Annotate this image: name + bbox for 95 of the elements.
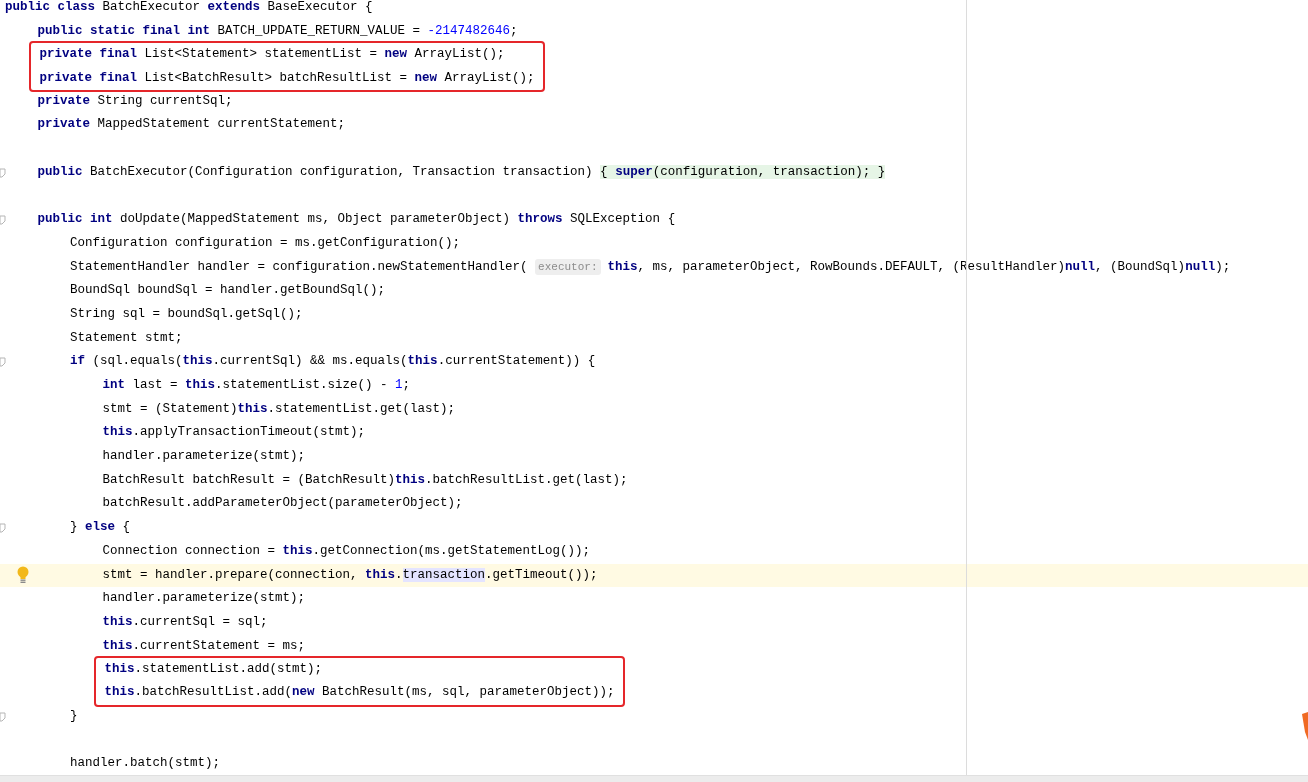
code-text: (sql.equals( [91, 354, 183, 369]
code-text: last = [131, 378, 179, 392]
code-text: } [70, 520, 79, 535]
code-text: BatchExecutor(Configuration configuration, Transaction transaction) [89, 164, 594, 179]
code-text: .batchResultList.get(last); [425, 472, 628, 487]
keyword: private final [39, 46, 138, 61]
keyword: this [407, 354, 438, 369]
code-text: Configuration configuration = ms.getConfiguration(); [70, 235, 461, 250]
code-text: .currentSql = sql; [132, 614, 268, 629]
fold-marker-icon[interactable] [0, 711, 7, 722]
code-text: .statementList.size() - [215, 378, 389, 392]
corner-badge-icon[interactable] [1300, 712, 1308, 740]
code-text: BatchExecutor [101, 0, 202, 14]
number-literal: -2147482646 [427, 23, 511, 38]
keyword: this [182, 354, 213, 369]
code-text: ); [1215, 259, 1231, 274]
code-text: } [70, 708, 78, 723]
code-text: BatchResult batchResult = (BatchResult) [102, 472, 396, 487]
code-text: BatchResult(ms, sql, parameterObject)); [321, 685, 615, 700]
code-text: handler.parameterize(stmt); [102, 449, 306, 464]
code-text: .currentStatement)) { [437, 354, 596, 369]
code-text: .applyTransactionTimeout(stmt); [132, 425, 366, 440]
code-text: .getConnection(ms.getStatementLog()); [312, 543, 591, 558]
code-text: SQLException { [569, 212, 676, 227]
keyword: if [70, 354, 85, 369]
keyword: new [292, 685, 315, 700]
code-text: handler.parameterize(stmt); [102, 591, 306, 606]
keyword: new [414, 70, 438, 85]
keyword: null [1065, 259, 1096, 274]
keyword: this [104, 685, 135, 700]
fold-marker-icon[interactable] [0, 357, 7, 368]
fold-marker-icon[interactable] [0, 167, 7, 178]
code-text: Statement stmt; [70, 330, 183, 345]
code-text: ArrayList(); [443, 70, 535, 85]
keyword: this [282, 543, 313, 558]
keyword: this [104, 661, 135, 676]
code-text: { [121, 520, 131, 535]
keyword: else [85, 520, 116, 535]
keyword: private [37, 93, 90, 108]
folded-code: super [615, 164, 653, 179]
keyword: this [365, 567, 396, 582]
code-text: .batchResultList.add( [134, 685, 293, 700]
keyword: private [37, 117, 90, 132]
code-text: , ms, parameterObject, RowBounds.DEFAULT, (ResultHandler) [637, 259, 1066, 274]
code-text: ; [402, 378, 411, 392]
code-text: List<BatchResult> batchResultList = [143, 70, 409, 85]
code-text: .currentStatement = ms; [132, 638, 306, 653]
keyword: null [1185, 259, 1216, 274]
keyword: public static final int [37, 23, 211, 38]
code-text: , (BoundSql) [1095, 259, 1186, 274]
lightbulb-icon[interactable] [16, 565, 30, 584]
code-text: MappedStatement currentStatement; [96, 117, 346, 132]
keyword: public [37, 164, 83, 179]
code-text: Connection connection = [102, 543, 277, 558]
code-text: .statementList.add(stmt); [134, 661, 323, 676]
code-text: .statementList.get(last); [267, 401, 456, 416]
keyword: public class [5, 0, 95, 14]
code-text: StatementHandler handler = configuration.newStatementHandler( [70, 259, 529, 274]
keyword: throws [517, 212, 563, 227]
fold-marker-icon[interactable] [0, 523, 7, 534]
folded-code: (configuration, transaction); } [652, 164, 886, 179]
parameter-hint: executor: [535, 258, 601, 275]
code-text: BoundSql boundSql = handler.getBoundSql(); [70, 283, 386, 298]
code-text: stmt = handler.prepare(connection, [102, 567, 359, 582]
code-text: . [395, 567, 403, 582]
keyword: private final [39, 70, 138, 85]
keyword: this [185, 378, 216, 392]
horizontal-scrollbar[interactable] [0, 775, 1308, 782]
code-text: doUpdate(MappedStatement ms, Object parameterObject) [119, 212, 512, 227]
keyword: this [102, 614, 133, 629]
code-text: handler.batch(stmt); [70, 756, 221, 770]
code-text: String sql = boundSql.getSql(); [70, 306, 303, 321]
keyword: new [384, 46, 408, 61]
code-text: .currentSql) && ms.equals( [212, 354, 408, 369]
keyword: this [102, 638, 133, 653]
code-text: .getTimeout()); [485, 567, 598, 582]
number-literal: 1 [395, 378, 403, 392]
keyword: int [102, 378, 125, 392]
code-text: List<Statement> statementList = [143, 46, 379, 61]
fold-marker-icon[interactable] [0, 215, 7, 226]
code-text: stmt = (Statement) [102, 401, 238, 416]
highlighted-identifier: transaction [402, 567, 486, 582]
code-text: String currentSql; [96, 93, 233, 108]
code-text: ; [510, 23, 518, 38]
code-text: batchResult.addParameterObject(parameterObject); [102, 496, 463, 511]
code-text: BaseExecutor { [266, 0, 373, 14]
folded-code: { [600, 164, 616, 179]
keyword: this [395, 472, 426, 487]
code-text: ArrayList(); [413, 46, 505, 61]
keyword: this [237, 401, 268, 416]
keyword: extends [207, 0, 261, 14]
code-text: BATCH_UPDATE_RETURN_VALUE = [216, 23, 422, 38]
keyword: this [102, 425, 133, 440]
keyword: this [607, 259, 638, 274]
keyword: public int [37, 212, 113, 227]
